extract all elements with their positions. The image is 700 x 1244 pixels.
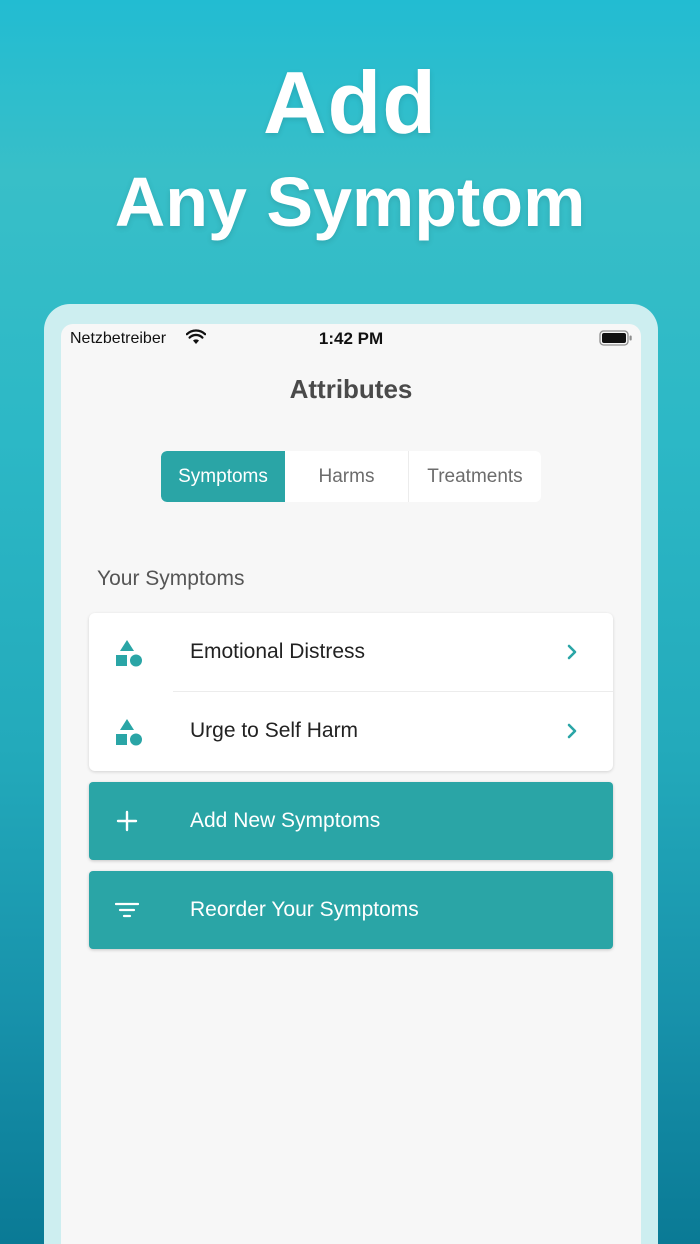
promo-headline-line1: Add (262, 53, 438, 152)
promo-headline-line2: Any Symptom (114, 163, 586, 241)
chevron-right-icon (567, 644, 577, 660)
sort-icon (115, 902, 139, 918)
symptom-list: Emotional Distress Urge to Self Harm (89, 613, 613, 771)
segmented-control: Symptoms Harms Treatments (161, 451, 541, 502)
reorder-symptoms-label: Reorder Your Symptoms (190, 898, 419, 921)
status-time: 1:42 PM (318, 329, 384, 348)
tab-harms[interactable]: Harms (285, 451, 409, 502)
shapes-icon (116, 640, 142, 667)
tab-symptoms[interactable]: Symptoms (161, 451, 285, 502)
list-item-label: Emotional Distress (190, 640, 366, 663)
app-screen: Netzbetreiber 1:42 PM Attributes Symptom… (61, 324, 641, 1244)
reorder-symptoms-button[interactable]: Reorder Your Symptoms (89, 871, 613, 949)
shapes-icon (116, 719, 142, 746)
tab-treatments[interactable]: Treatments (409, 451, 541, 502)
battery-icon (599, 330, 632, 346)
page-title: Attributes (289, 374, 413, 404)
chevron-right-icon (567, 723, 577, 739)
add-new-symptoms-label: Add New Symptoms (190, 809, 381, 832)
status-bar: Netzbetreiber 1:42 PM (61, 324, 641, 352)
list-item-urge-to-self-harm[interactable]: Urge to Self Harm (89, 692, 613, 771)
add-new-symptoms-button[interactable]: Add New Symptoms (89, 782, 613, 860)
section-header: Your Symptoms (97, 567, 245, 590)
list-item-label: Urge to Self Harm (190, 719, 359, 742)
plus-icon (116, 810, 138, 832)
list-item-emotional-distress[interactable]: Emotional Distress (89, 613, 613, 692)
